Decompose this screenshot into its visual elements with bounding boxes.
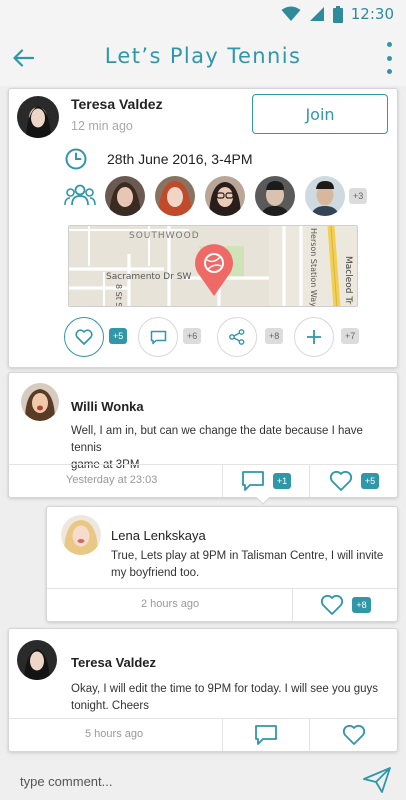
heart-icon (342, 724, 366, 745)
share-button[interactable] (217, 317, 257, 357)
comment-time: 5 hours ago (85, 728, 144, 740)
post-time: 12 min ago (71, 119, 133, 133)
group-icon (64, 182, 96, 210)
like-button[interactable]: +5 (310, 465, 398, 497)
like-count-badge: +5 (109, 328, 128, 344)
map-label: Macleod Tr (343, 256, 353, 305)
like-button[interactable] (64, 317, 104, 357)
comment-line: True, Lets play at 9PM in Talisman Centr… (111, 550, 384, 562)
dot-icon (386, 55, 392, 61)
page-title: Let’s Play Tennis (104, 44, 302, 68)
commenter-avatar[interactable] (21, 383, 59, 421)
more-options-button[interactable] (384, 42, 394, 74)
participants-more-badge[interactable]: +3 (349, 188, 368, 204)
participant-avatar[interactable] (155, 176, 195, 216)
comment-input[interactable] (20, 770, 320, 792)
comment-footer: 2 hours ago +8 (47, 588, 397, 621)
reply-button[interactable]: +1 (223, 465, 309, 497)
share-count-badge: +8 (265, 328, 284, 344)
reply-button[interactable] (223, 719, 309, 751)
map-label: Sacramento Dr SW (106, 272, 192, 282)
participant-avatar[interactable] (305, 176, 345, 216)
commenter-name[interactable]: Lena Lenkskaya (111, 528, 206, 543)
join-button[interactable]: Join (252, 94, 388, 134)
clock-icon (64, 147, 88, 171)
comment-line: my boyfriend too. (111, 567, 200, 579)
like-count-badge: +8 (352, 597, 371, 613)
map-label: Herson Station Way SW (309, 228, 318, 307)
participant-avatar[interactable] (105, 176, 145, 216)
comment-line: Well, I am in, but can we change the dat… (71, 425, 363, 454)
status-time: 12:30 (350, 5, 394, 23)
like-count-badge: +5 (360, 473, 380, 489)
participant-avatar[interactable] (205, 176, 245, 216)
comment-footer: 5 hours ago (9, 718, 397, 751)
comment-icon (255, 725, 277, 745)
commenter-avatar[interactable] (61, 515, 101, 555)
comment-line: Okay, I will edit the time to 9PM for to… (71, 683, 379, 695)
comment-count-badge: +6 (183, 328, 202, 344)
like-button[interactable]: +8 (293, 589, 398, 621)
map-label: 8 St S (114, 284, 123, 307)
comment-text: Okay, I will edit the time to 9PM for to… (71, 681, 391, 715)
dot-icon (386, 42, 392, 47)
add-button[interactable] (294, 317, 334, 357)
author-name[interactable]: Teresa Valdez (71, 96, 163, 112)
comment-card: Teresa Valdez Okay, I will edit the time… (8, 628, 398, 752)
map-label: SOUTHWOOD (129, 231, 200, 241)
event-card: Teresa Valdez 12 min ago Join 28th June … (8, 88, 398, 368)
location-map[interactable]: SOUTHWOOD Sacramento Dr SW 8 St S Macleo… (68, 225, 358, 307)
comment-button[interactable] (138, 317, 178, 357)
wifi-icon (281, 6, 301, 21)
comment-input-bar (0, 760, 406, 800)
participant-avatar[interactable] (255, 176, 295, 216)
plus-icon (307, 330, 321, 344)
send-icon (363, 767, 391, 793)
battery-icon (332, 5, 343, 23)
comment-time: 2 hours ago (141, 598, 200, 610)
commenter-name[interactable]: Teresa Valdez (71, 655, 156, 670)
comment-icon (241, 471, 264, 491)
comment-footer: Yesterday at 23:03 +1 +5 (9, 464, 397, 497)
comment-line: tonight. Cheers (71, 700, 149, 712)
share-icon (229, 329, 245, 345)
author-avatar[interactable] (17, 96, 59, 138)
heart-icon (75, 329, 93, 345)
comment-time: Yesterday at 23:03 (66, 474, 158, 486)
app-bar: Let’s Play Tennis (0, 28, 406, 86)
commenter-avatar[interactable] (17, 640, 57, 680)
send-button[interactable] (360, 764, 394, 796)
event-datetime: 28th June 2016, 3-4PM (107, 151, 253, 167)
heart-icon (329, 470, 352, 491)
commenter-name[interactable]: Willi Wonka (71, 399, 144, 414)
dot-icon (386, 69, 392, 74)
comment-icon (150, 330, 166, 344)
status-bar: 12:30 (0, 0, 406, 28)
heart-icon (321, 594, 344, 615)
cell-signal-icon (309, 7, 324, 21)
reply-count-badge: +1 (272, 473, 292, 489)
reply-card: Lena Lenkskaya True, Lets play at 9PM in… (46, 506, 398, 622)
comment-card: Willi Wonka Well, I am in, but can we ch… (8, 372, 398, 498)
reply-pointer (256, 497, 270, 505)
like-button[interactable] (310, 719, 398, 751)
comment-text: True, Lets play at 9PM in Talisman Centr… (111, 548, 391, 582)
add-count-badge: +7 (341, 328, 360, 344)
